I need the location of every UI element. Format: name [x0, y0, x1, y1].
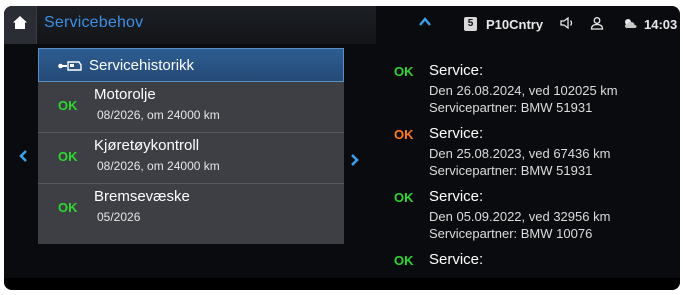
- history-entry[interactable]: OK Service:: [382, 247, 680, 276]
- status-badge: OK: [394, 253, 414, 268]
- header-bar: Servicebehov: [4, 6, 376, 44]
- history-entry-title: Service:: [429, 251, 484, 268]
- service-item-detail: 08/2026, om 24000 km: [97, 108, 220, 122]
- chevron-left-icon[interactable]: [18, 149, 28, 168]
- person-icon[interactable]: [590, 16, 604, 33]
- station-preset-badge: 5: [464, 17, 477, 31]
- service-history-label: Servicehistorikk: [89, 57, 195, 74]
- service-item-detail: 08/2026, om 24000 km: [97, 159, 220, 173]
- bottom-bar: [4, 278, 680, 290]
- station-name[interactable]: P10Cntry: [486, 17, 543, 32]
- chevron-up-icon[interactable]: [418, 16, 432, 31]
- car-key-icon: [57, 59, 83, 78]
- history-entry-title: Service:: [429, 62, 484, 79]
- speaker-icon[interactable]: [560, 16, 574, 33]
- status-badge: OK: [394, 64, 414, 79]
- service-history-list: OK Service: Den 26.08.2024, ved 102025 k…: [382, 48, 680, 276]
- status-badge: OK: [58, 98, 78, 113]
- history-entry[interactable]: OK Service: Den 05.09.2022, ved 32956 km…: [382, 184, 680, 246]
- history-entry-title: Service:: [429, 125, 484, 142]
- history-entry[interactable]: OK Service: Den 26.08.2024, ved 102025 k…: [382, 58, 680, 120]
- service-item-title: Bremsevæske: [94, 188, 190, 205]
- chevron-right-icon[interactable]: [350, 153, 360, 172]
- page-title: Servicebehov: [44, 14, 144, 31]
- clock: 14:03: [644, 17, 678, 32]
- history-entry[interactable]: OK Service: Den 25.08.2023, ved 67436 km…: [382, 121, 680, 183]
- status-bar: 5 P10Cntry 14:03: [384, 6, 680, 44]
- service-history-button[interactable]: Servicehistorikk: [38, 48, 344, 82]
- weather-icon: [622, 16, 640, 33]
- service-item-motorolje[interactable]: OK Motorolje 08/2026, om 24000 km: [38, 82, 344, 133]
- history-entry-partner: Servicepartner: BMW 51931: [429, 100, 593, 115]
- home-icon: [12, 15, 28, 36]
- service-item-kjoretoykontroll[interactable]: OK Kjøretøykontroll 08/2026, om 24000 km: [38, 133, 344, 184]
- service-item-title: Kjøretøykontroll: [94, 137, 200, 154]
- service-item-bremsevaeske[interactable]: OK Bremsevæske 05/2026: [38, 184, 344, 234]
- history-entry-title: Service:: [429, 188, 484, 205]
- history-entry-date: Den 05.09.2022, ved 32956 km: [429, 209, 611, 224]
- infotainment-screen: Servicebehov 5 P10Cntry 14:03 Servicehis…: [4, 6, 680, 290]
- history-entry-date: Den 26.08.2024, ved 102025 km: [429, 83, 618, 98]
- status-badge: OK: [58, 149, 78, 164]
- status-badge: OK: [394, 190, 414, 205]
- service-item-detail: 05/2026: [97, 210, 141, 224]
- status-badge: OK: [394, 127, 414, 142]
- history-entry-partner: Servicepartner: BMW 10076: [429, 226, 593, 241]
- history-entry-date: Den 25.08.2023, ved 67436 km: [429, 146, 611, 161]
- history-entry-partner: Servicepartner: BMW 51931: [429, 163, 593, 178]
- home-button[interactable]: [4, 6, 37, 44]
- service-item-title: Motorolje: [94, 86, 156, 103]
- service-needs-list: Servicehistorikk OK Motorolje 08/2026, o…: [38, 48, 344, 244]
- status-badge: OK: [58, 200, 78, 215]
